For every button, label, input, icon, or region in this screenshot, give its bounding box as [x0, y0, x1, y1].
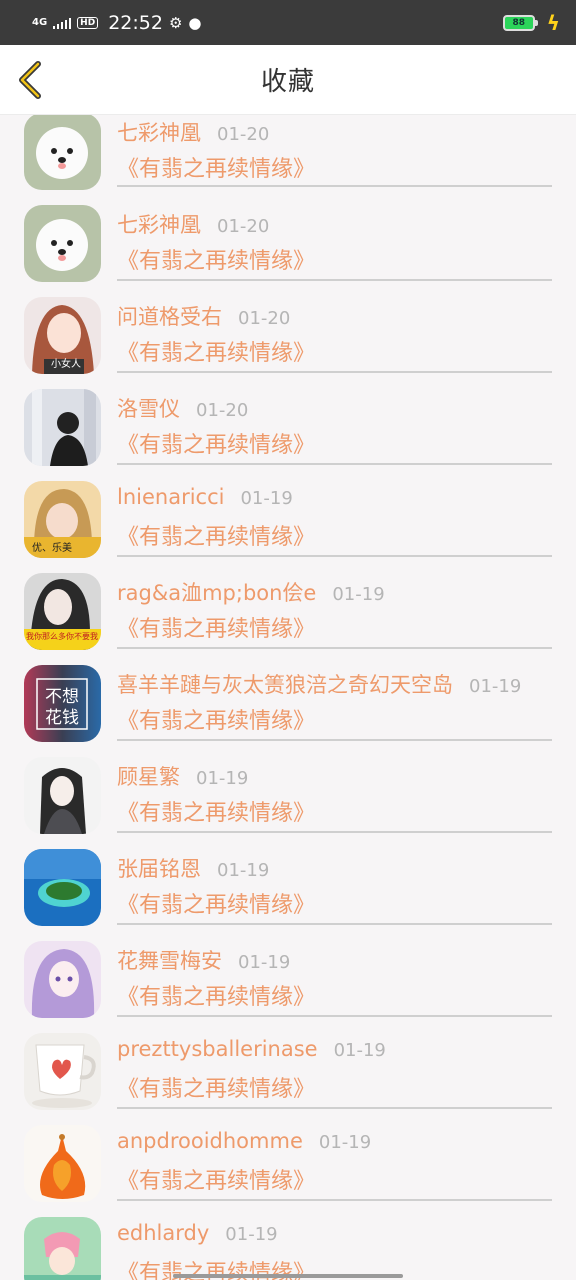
user-name: rag&a洫mp;bon侩e: [117, 581, 317, 605]
avatar-caption: 小女人: [51, 357, 81, 370]
avatar: [24, 115, 101, 190]
back-button[interactable]: [14, 60, 48, 100]
divider: [117, 555, 552, 557]
favorite-date: 01-19: [332, 584, 385, 605]
work-title: 《有翡之再续情缘》: [117, 985, 316, 1010]
divider: [117, 1199, 552, 1201]
list-item[interactable]: anpdrooidhomme 01-19 《有翡之再续情缘》: [0, 1125, 576, 1217]
favorites-list: 七彩神凰 01-20 《有翡之再续情缘》 七彩神凰 01-20 《有翡之再续情缘…: [0, 115, 576, 1280]
favorite-date: 01-19: [225, 1224, 278, 1245]
list-item[interactable]: 优、乐美 lnienaricci 01-19 《有翡之再续情缘》: [0, 481, 576, 573]
avatar: 我你那么多你不要我: [24, 573, 101, 650]
list-item[interactable]: 七彩神凰 01-20 《有翡之再续情缘》: [0, 115, 576, 205]
list-item[interactable]: edhlardy 01-19 《有翡之再续情缘》: [0, 1217, 576, 1280]
list-item[interactable]: 小女人 问道格受右 01-20 《有翡之再续情缘》: [0, 297, 576, 389]
favorite-date: 01-19: [333, 1040, 386, 1061]
avatar: [24, 205, 101, 282]
status-time: 22:52: [108, 11, 163, 34]
chevron-left-icon: [19, 61, 41, 99]
divider: [117, 279, 552, 281]
divider: [117, 647, 552, 649]
user-name: 七彩神凰: [117, 213, 201, 237]
avatar: [24, 1125, 101, 1202]
favorite-date: 01-20: [217, 124, 270, 145]
user-name: edhlardy: [117, 1221, 210, 1245]
divider: [117, 831, 552, 833]
user-name: lnienaricci: [117, 485, 225, 509]
avatar-caption: 不想: [45, 687, 79, 707]
nav-bar: 收藏: [0, 45, 576, 115]
divider: [117, 1015, 552, 1017]
avatar: [24, 849, 101, 926]
list-item[interactable]: 洛雪仪 01-20 《有翡之再续情缘》: [0, 389, 576, 481]
avatar: 不想 花钱: [24, 665, 101, 742]
divider: [117, 739, 552, 741]
signal-icon: [53, 17, 72, 29]
user-name: 喜羊羊蹥与灰太箦狼涪之奇幻天空岛: [117, 673, 453, 697]
work-title: 《有翡之再续情缘》: [117, 157, 316, 182]
favorite-date: 01-19: [318, 1132, 372, 1153]
avatar-caption: 优、乐美: [32, 541, 72, 554]
user-name: 问道格受右: [117, 305, 222, 329]
list-item[interactable]: prezttysballerinase 01-19 《有翡之再续情缘》: [0, 1033, 576, 1125]
favorite-date: 01-19: [469, 676, 522, 697]
favorite-date: 01-20: [238, 308, 291, 329]
qq-icon: ●: [188, 13, 202, 32]
avatar: 优、乐美: [24, 481, 101, 558]
list-item[interactable]: 顾星繁 01-19 《有翡之再续情缘》: [0, 757, 576, 849]
user-name: anpdrooidhomme: [117, 1129, 303, 1153]
divider: [117, 371, 552, 373]
avatar: [24, 1033, 101, 1110]
user-name: prezttysballerinase: [117, 1037, 318, 1061]
home-indicator[interactable]: [173, 1274, 403, 1278]
user-name: 洛雪仪: [117, 397, 180, 421]
list-item[interactable]: 花舞雪梅安 01-19 《有翡之再续情缘》: [0, 941, 576, 1033]
status-bar: 4G HD 22:52 ⚙ ● 88 ϟ: [0, 0, 576, 45]
avatar: 小女人: [24, 297, 101, 374]
work-title: 《有翡之再续情缘》: [117, 709, 316, 734]
user-name: 张届铭恩: [117, 857, 201, 881]
divider: [117, 923, 552, 925]
charging-icon: ϟ: [546, 10, 560, 35]
work-title: 《有翡之再续情缘》: [117, 1169, 316, 1194]
battery-icon: 88: [502, 14, 538, 31]
avatar-caption: 我你那么多你不要我: [26, 631, 98, 641]
favorite-date: 01-19: [238, 952, 291, 973]
divider: [117, 1107, 552, 1109]
list-item[interactable]: 张届铭恩 01-19 《有翡之再续情缘》: [0, 849, 576, 941]
favorite-date: 01-20: [217, 216, 270, 237]
favorite-date: 01-20: [196, 400, 249, 421]
user-name: 花舞雪梅安: [117, 949, 222, 973]
list-item[interactable]: 我你那么多你不要我 rag&a洫mp;bon侩e 01-19 《有翡之再续情缘》: [0, 573, 576, 665]
work-title: 《有翡之再续情缘》: [117, 249, 316, 274]
user-name: 顾星繁: [117, 765, 180, 789]
avatar: [24, 757, 101, 834]
page-title: 收藏: [260, 67, 315, 97]
user-name: 七彩神凰: [117, 121, 201, 145]
avatar: [24, 941, 101, 1018]
avatar-caption: 花钱: [45, 708, 79, 728]
work-title: 《有翡之再续情缘》: [117, 617, 316, 642]
work-title: 《有翡之再续情缘》: [117, 433, 316, 458]
divider: [117, 463, 552, 465]
work-title: 《有翡之再续情缘》: [117, 801, 316, 826]
work-title: 《有翡之再续情缘》: [117, 341, 316, 366]
favorite-date: 01-19: [240, 488, 293, 509]
favorite-date: 01-19: [196, 768, 249, 789]
work-title: 《有翡之再续情缘》: [117, 893, 316, 918]
notification-icon: ⚙: [168, 13, 183, 32]
hd-badge: HD: [77, 16, 99, 29]
work-title: 《有翡之再续情缘》: [117, 1077, 316, 1102]
work-title: 《有翡之再续情缘》: [117, 525, 316, 550]
network-label: 4G: [32, 16, 48, 28]
list-item[interactable]: 七彩神凰 01-20 《有翡之再续情缘》: [0, 205, 576, 297]
avatar: [24, 389, 101, 466]
list-item[interactable]: 不想 花钱 喜羊羊蹥与灰太箦狼涪之奇幻天空岛 01-19 《有翡之再续情缘》: [0, 665, 576, 757]
divider: [117, 185, 552, 187]
avatar: [24, 1217, 101, 1280]
favorite-date: 01-19: [217, 860, 270, 881]
